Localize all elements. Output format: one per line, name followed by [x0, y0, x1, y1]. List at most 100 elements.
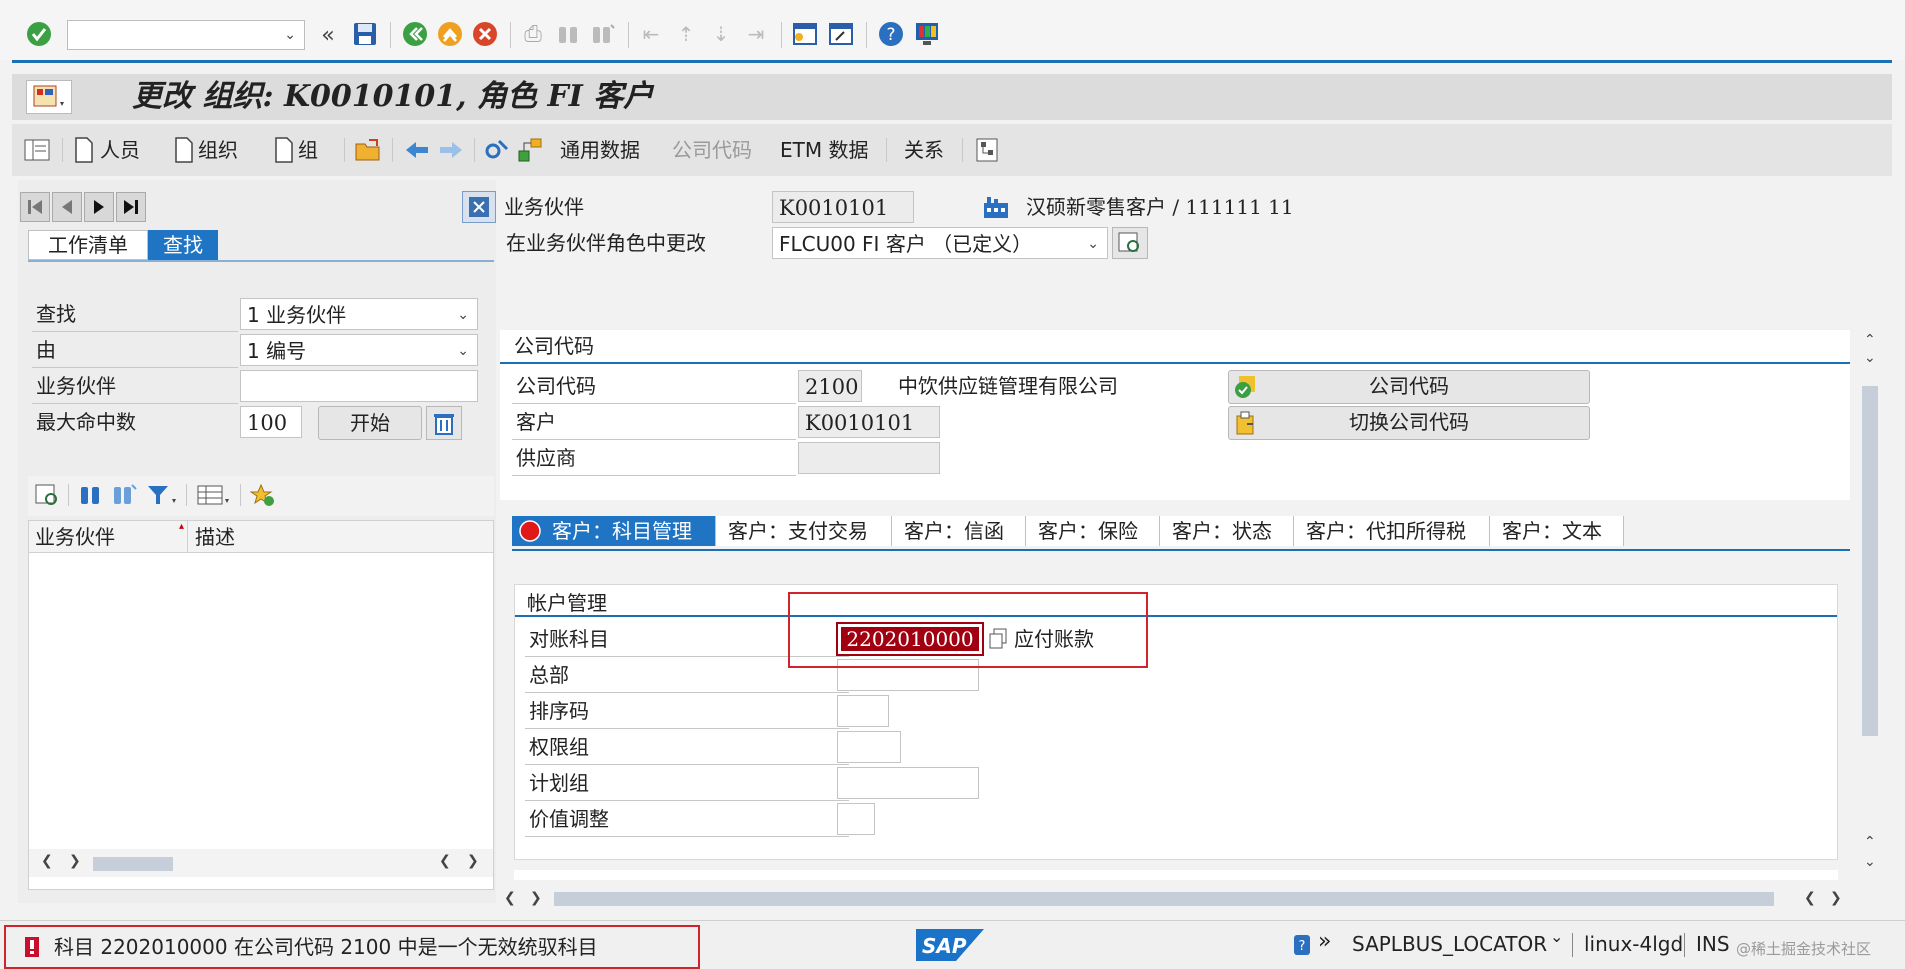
open-folder-icon[interactable] — [354, 136, 384, 164]
last-page-icon[interactable]: ⇥ — [741, 19, 771, 49]
find-icon[interactable] — [553, 19, 583, 49]
system-menu-icon[interactable] — [26, 80, 72, 114]
double-chevron-left-icon[interactable]: « — [316, 20, 340, 50]
find-next-icon[interactable] — [588, 19, 618, 49]
recon-account-field[interactable]: 2202010000 — [836, 622, 984, 656]
vendor-field[interactable] — [798, 442, 940, 474]
etm-data-button[interactable]: ETM 数据 — [780, 135, 868, 165]
next-record-button[interactable] — [84, 192, 114, 222]
favorites-add-icon[interactable] — [248, 480, 278, 510]
planning-group-input[interactable] — [837, 767, 979, 799]
help-icon[interactable]: ? — [1292, 933, 1312, 957]
column-header-description[interactable]: 描述 — [195, 521, 235, 553]
scroll-left-icon[interactable]: ❮ — [1804, 890, 1816, 906]
last-record-button[interactable] — [116, 192, 146, 222]
result-scrollbar[interactable]: ❮ ❯ ❮ ❯ — [29, 849, 493, 877]
person-document-icon[interactable] — [72, 136, 96, 164]
new-session-icon[interactable] — [790, 19, 820, 49]
tab-insurance[interactable]: 客户：保险 — [1026, 516, 1160, 546]
cancel-icon[interactable] — [470, 19, 500, 49]
scroll-right-icon[interactable]: ❯ — [467, 853, 479, 869]
scroll-thumb[interactable] — [554, 892, 1774, 906]
hierarchy-icon[interactable] — [516, 136, 546, 164]
save-icon[interactable] — [350, 19, 380, 49]
copy-icon[interactable] — [986, 626, 1010, 652]
enter-icon[interactable] — [24, 19, 54, 49]
bp-number-field[interactable]: K0010101 — [772, 191, 914, 223]
column-header-bp[interactable]: 业务伙伴 — [35, 521, 115, 553]
customize-layout-icon[interactable] — [912, 19, 942, 49]
create-person-button[interactable]: 人员 — [100, 135, 140, 165]
company-code-field[interactable]: 2100 — [798, 370, 862, 402]
create-group-button[interactable]: 组 — [298, 135, 318, 165]
first-record-button[interactable] — [20, 192, 50, 222]
switch-company-code-button[interactable]: 切换公司代码 — [1228, 406, 1590, 440]
value-adjustment-input[interactable] — [837, 803, 875, 835]
main-horizontal-scrollbar[interactable]: ❮ ❯ ❮ ❯ — [500, 886, 1850, 912]
shortcut-icon[interactable] — [826, 19, 856, 49]
tab-status[interactable]: 客户：状态 — [1160, 516, 1294, 546]
previous-page-icon[interactable]: ⇡ — [671, 19, 701, 49]
scroll-right-icon[interactable]: ❯ — [1830, 890, 1842, 906]
tab-payment-transactions[interactable]: 客户：支付交易 — [716, 516, 892, 546]
scroll-left-icon[interactable]: ❮ — [439, 853, 451, 869]
locator-toggle-icon[interactable] — [22, 136, 52, 164]
sort-key-input[interactable] — [837, 695, 889, 727]
find-results-icon[interactable] — [76, 480, 106, 510]
arrow-right-icon[interactable] — [436, 136, 466, 164]
previous-record-button[interactable] — [52, 192, 82, 222]
chevron-down-icon[interactable]: ⌄ — [457, 335, 469, 367]
settings-icon[interactable] — [482, 136, 512, 164]
layout-icon[interactable] — [194, 480, 234, 510]
chevron-down-icon[interactable]: ⌄ — [1550, 927, 1563, 946]
tab-account-management[interactable]: 客户：科目管理 — [512, 516, 716, 546]
tab-find[interactable]: 查找 — [148, 230, 218, 260]
scroll-thumb[interactable] — [1862, 386, 1878, 736]
general-data-button[interactable]: 通用数据 — [560, 135, 640, 165]
scroll-up-icon[interactable]: ⌃ — [1864, 332, 1876, 348]
auth-group-input[interactable] — [837, 731, 901, 763]
bp-search-input[interactable] — [240, 370, 478, 402]
chevron-down-icon[interactable]: ⌄ — [1087, 228, 1099, 260]
group-document-icon[interactable] — [272, 136, 296, 164]
scroll-down-icon[interactable]: ⌄ — [1864, 854, 1876, 870]
find-select[interactable]: 1 业务伙伴 ⌄ — [240, 298, 478, 330]
start-button[interactable]: 开始 — [318, 406, 422, 440]
role-details-icon[interactable] — [1112, 227, 1148, 259]
scroll-right-icon[interactable]: ❯ — [530, 890, 542, 906]
company-code-action-button[interactable]: 公司代码 — [1228, 370, 1590, 404]
chevron-down-icon[interactable]: ⌄ — [457, 299, 469, 331]
role-select[interactable]: FLCU00 FI 客户 （已定义） ⌄ — [772, 227, 1108, 259]
customer-field[interactable]: K0010101 — [798, 406, 940, 438]
relationships-button[interactable]: 关系 — [904, 135, 944, 165]
tab-withholding-tax[interactable]: 客户：代扣所得税 — [1294, 516, 1490, 546]
find-next-results-icon[interactable] — [110, 480, 140, 510]
main-vertical-scrollbar[interactable]: ⌃ ⌄ ⌃ ⌄ — [1856, 330, 1886, 890]
print-icon[interactable]: ⎙ — [518, 19, 548, 49]
help-icon[interactable]: ? — [876, 19, 906, 49]
first-page-icon[interactable]: ⇤ — [636, 19, 666, 49]
create-organization-button[interactable]: 组织 — [198, 135, 238, 165]
org-chart-icon[interactable] — [972, 136, 1002, 164]
scroll-right-icon[interactable]: ❯ — [69, 853, 81, 869]
status-message-box[interactable]: 科目 2202010000 在公司代码 2100 中是一个无效统驭科目 — [4, 925, 700, 969]
exit-icon[interactable] — [435, 19, 465, 49]
command-input[interactable] — [68, 22, 272, 50]
collapse-locator-icon[interactable] — [462, 191, 496, 223]
tab-correspondence[interactable]: 客户：信函 — [892, 516, 1026, 546]
next-page-icon[interactable]: ⇣ — [706, 19, 736, 49]
scroll-left-icon[interactable]: ❮ — [41, 853, 53, 869]
tab-worklist[interactable]: 工作清单 — [28, 230, 148, 260]
arrow-left-icon[interactable] — [402, 136, 432, 164]
scroll-down-icon[interactable]: ⌄ — [1864, 350, 1876, 366]
company-code-button[interactable]: 公司代码 — [672, 135, 752, 165]
status-expand-icon[interactable]: » — [1318, 929, 1331, 954]
scroll-left-icon[interactable]: ❮ — [504, 890, 516, 906]
filter-icon[interactable] — [144, 480, 180, 510]
chevron-down-icon[interactable]: ⌄ — [284, 21, 296, 49]
command-field[interactable]: ⌄ — [67, 20, 305, 50]
max-hits-input[interactable]: 100 — [240, 406, 302, 438]
scroll-up-icon[interactable]: ⌃ — [1864, 834, 1876, 850]
org-document-icon[interactable] — [172, 136, 196, 164]
by-select[interactable]: 1 编号 ⌄ — [240, 334, 478, 366]
